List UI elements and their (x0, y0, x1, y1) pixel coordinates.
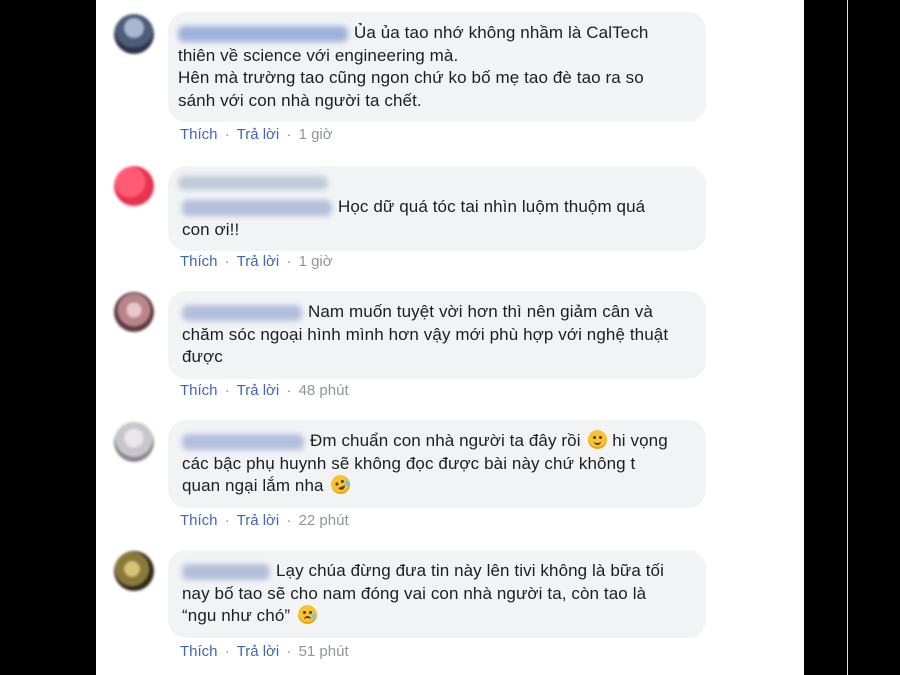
separator: · (224, 126, 230, 143)
like-link[interactable]: Thích (180, 126, 218, 143)
separator: · (286, 643, 292, 660)
separator: · (286, 382, 292, 399)
column-divider (847, 0, 848, 675)
reply-link[interactable]: Trả lời (237, 126, 280, 143)
avatar[interactable] (114, 14, 154, 54)
timestamp[interactable]: 48 phút (299, 382, 349, 399)
reply-link[interactable]: Trả lời (237, 643, 280, 660)
comment-bubble: Lạy chúa đừng đưa tin này lên tivi không… (168, 550, 706, 638)
comment-bubble: Đm chuẩn con nhà người ta đây rồi hi vọn… (168, 420, 706, 508)
comment-text-line: Ủa ủa tao nhớ không nhầm là CalTech (354, 23, 649, 42)
relieved-face-emoji-icon (588, 430, 608, 449)
comment-text-line: thiên về science với engineering mà. (178, 45, 459, 65)
comment-text-line: sánh với con nhà người ta chết. (178, 90, 422, 110)
comment-text-line: hi vọng (612, 431, 668, 450)
author-name-blurred[interactable] (182, 304, 302, 321)
separator: · (224, 512, 230, 529)
like-link[interactable]: Thích (180, 382, 218, 399)
timestamp[interactable]: 51 phút (299, 643, 349, 660)
comment-actions: Thích · Trả lời · 1 giờ (180, 253, 333, 270)
comment-text-line: Đm chuẩn con nhà người ta đây rồi (310, 431, 581, 450)
separator: · (286, 512, 292, 529)
like-link[interactable]: Thích (180, 253, 218, 270)
reply-link[interactable]: Trả lời (237, 253, 280, 270)
like-link[interactable]: Thích (180, 512, 218, 529)
comment-text-line: nay bố tao sẽ cho nam đóng vai con nhà n… (182, 583, 647, 603)
avatar[interactable] (114, 166, 154, 206)
timestamp[interactable]: 1 giờ (299, 126, 333, 143)
comment-text-line: chăm sóc ngoại hình mình hơn vậy mới phù… (182, 324, 669, 344)
separator: · (286, 253, 292, 270)
comment-text-line: Nam muốn tuyệt vời hơn thì nên giảm cân … (308, 302, 653, 321)
crying-face-emoji-icon (297, 605, 317, 624)
avatar[interactable] (114, 422, 154, 462)
comment-text-line: Hên mà trường tao cũng ngon chứ ko bố mẹ… (178, 68, 644, 87)
author-name-blurred[interactable] (182, 563, 270, 580)
comment-bubble: Ủa ủa tao nhớ không nhầm là CalTech thiê… (168, 12, 706, 122)
separator: · (224, 253, 230, 270)
timestamp[interactable]: 22 phút (299, 512, 349, 529)
comment-actions: Thích · Trả lời · 51 phút (180, 643, 349, 660)
comment-text-line: các bậc phụ huynh sẽ không đọc được bài … (182, 453, 636, 473)
avatar[interactable] (114, 292, 154, 332)
separator: · (286, 126, 292, 143)
comment-bubble: Nam muốn tuyệt vời hơn thì nên giảm cân … (168, 291, 706, 379)
rolling-laughing-emoji-icon (328, 471, 354, 498)
comment-actions: Thích · Trả lời · 22 phút (180, 512, 349, 529)
comment-text-line: con ơi!! (182, 219, 240, 239)
timestamp[interactable]: 1 giờ (299, 253, 333, 270)
comment-bubble: Học dữ quá tóc tai nhìn luộm thuộm quá c… (168, 166, 706, 251)
separator: · (224, 643, 230, 660)
comment-actions: Thích · Trả lời · 1 giờ (180, 126, 333, 143)
separator: · (224, 382, 230, 399)
comment-text-line: “ngu như chó” (182, 606, 291, 625)
comment-text-line: Lạy chúa đừng đưa tin này lên tivi không… (276, 561, 664, 580)
author-name-blurred[interactable] (182, 199, 332, 216)
author-name-blurred[interactable] (178, 176, 328, 190)
author-name-blurred[interactable] (178, 25, 348, 42)
comment-text-line: quan ngại lắm nha (182, 476, 324, 495)
comment-text-line: được (182, 347, 223, 366)
like-link[interactable]: Thích (180, 643, 218, 660)
author-name-blurred[interactable] (182, 433, 304, 450)
comment-text-line: Học dữ quá tóc tai nhìn luộm thuộm quá (338, 197, 646, 216)
reply-link[interactable]: Trả lời (237, 512, 280, 529)
reply-link[interactable]: Trả lời (237, 382, 280, 399)
comment-actions: Thích · Trả lời · 48 phút (180, 382, 349, 399)
avatar[interactable] (114, 551, 154, 591)
comments-panel: Ủa ủa tao nhớ không nhầm là CalTech thiê… (96, 0, 848, 675)
